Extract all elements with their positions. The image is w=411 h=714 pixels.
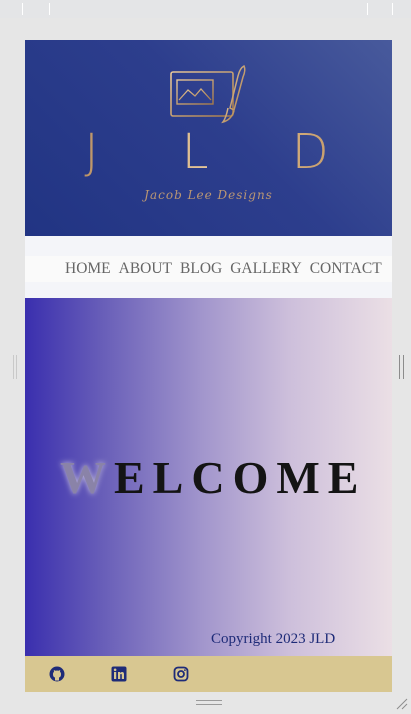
easel-paintbrush-icon <box>170 64 246 124</box>
github-icon[interactable] <box>49 666 65 682</box>
top-ruler <box>0 0 411 18</box>
resize-grip-icon[interactable] <box>395 697 408 710</box>
linkedin-icon[interactable] <box>111 666 127 682</box>
hero-title-initial: W <box>60 452 114 503</box>
ruler-tick <box>367 3 368 15</box>
logo-tagline: Jacob Lee Designs <box>144 188 273 202</box>
logo-letters: J L D <box>25 124 392 180</box>
site-header: J L D Jacob Lee Designs <box>25 40 392 236</box>
resize-handle-bottom[interactable] <box>196 700 222 705</box>
device-viewport: J L D Jacob Lee Designs HOME ABOUT BLOG … <box>25 40 392 692</box>
nav-link-blog[interactable]: BLOG <box>180 260 222 278</box>
copyright-text: Copyright 2023 JLD <box>211 631 336 647</box>
main-nav: HOME ABOUT BLOG GALLERY CONTACT <box>25 256 392 282</box>
nav-link-contact[interactable]: CONTACT <box>310 260 382 278</box>
nav-link-home[interactable]: HOME <box>65 260 111 278</box>
instagram-icon[interactable] <box>173 666 189 682</box>
ruler-tick <box>49 3 50 15</box>
nav-link-about[interactable]: ABOUT <box>119 260 172 278</box>
resize-handle-right[interactable] <box>399 355 404 379</box>
site-footer <box>25 656 392 692</box>
nav-link-gallery[interactable]: GALLERY <box>230 260 301 278</box>
ruler-tick <box>22 3 23 15</box>
hero-section: WELCOME <box>25 298 392 656</box>
hero-title: WELCOME <box>60 451 366 504</box>
ruler-tick <box>392 3 393 15</box>
resize-handle-left[interactable] <box>13 355 17 379</box>
hero-title-rest: ELCOME <box>114 452 367 503</box>
